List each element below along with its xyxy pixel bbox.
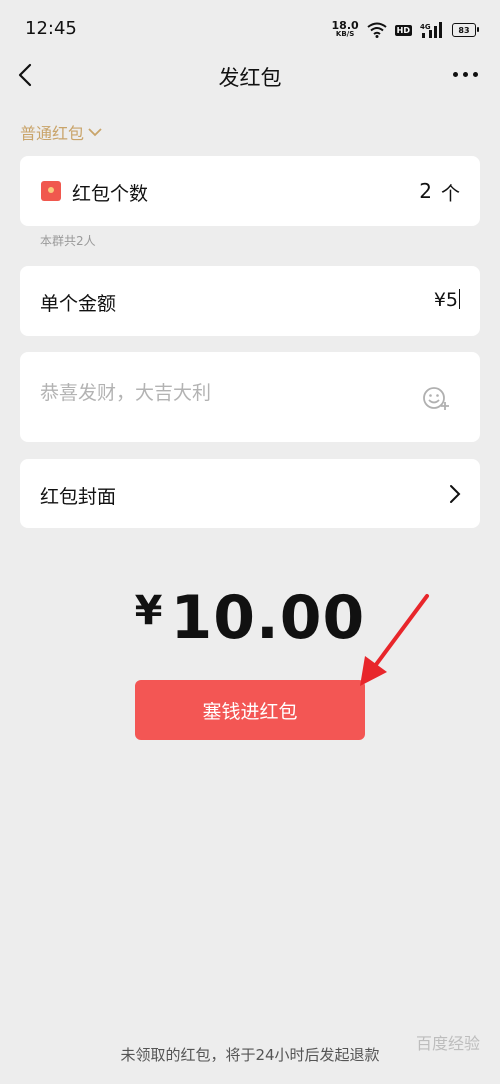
- more-dot: [473, 72, 478, 77]
- signal-label: 4G: [420, 23, 431, 31]
- red-packet-icon: [41, 181, 61, 201]
- more-dot: [453, 72, 458, 77]
- status-time: 12:45: [25, 18, 77, 39]
- amount-label: 单个金额: [40, 293, 117, 315]
- packet-count-field[interactable]: 红包个数 2 个: [20, 156, 480, 226]
- group-member-hint: 本群共2人: [40, 234, 96, 248]
- signal-icon: 4G: [420, 22, 442, 38]
- packet-type-label: 普通红包: [20, 124, 85, 143]
- annotation-arrow: [360, 594, 429, 686]
- amount-field[interactable]: 单个金额 ¥5: [20, 266, 480, 336]
- packet-count-label: 红包个数: [72, 183, 149, 205]
- message-field[interactable]: [20, 352, 480, 442]
- cover-label: 红包封面: [40, 486, 117, 508]
- more-dot: [463, 72, 468, 77]
- packet-count-value[interactable]: 2: [419, 179, 432, 203]
- greeting-input[interactable]: [40, 382, 410, 404]
- total-currency: ¥: [134, 588, 163, 634]
- amount-value[interactable]: ¥5: [434, 289, 460, 311]
- status-bar: 12:45 18.0 KB/S HD 4G 83: [0, 0, 500, 56]
- battery-icon: 83: [452, 23, 479, 37]
- network-speed-unit: KB/S: [335, 30, 355, 38]
- more-options-icon[interactable]: [453, 72, 478, 77]
- chevron-right-icon: [450, 485, 461, 503]
- status-icons: 18.0 KB/S HD 4G 83: [331, 19, 479, 40]
- packet-count-unit: 个: [440, 183, 460, 205]
- network-speed-value: 18.0: [331, 19, 359, 32]
- send-red-packet-button[interactable]: 塞钱进红包: [135, 680, 365, 740]
- chevron-down-icon: [88, 128, 102, 137]
- wifi-icon: [367, 22, 387, 38]
- page-title: 发红包: [218, 66, 282, 90]
- emoji-add-icon[interactable]: [422, 385, 450, 413]
- network-speed: 18.0 KB/S: [331, 19, 359, 38]
- nav-bar: 发红包: [0, 56, 500, 96]
- packet-type-dropdown[interactable]: 普通红包: [20, 120, 102, 144]
- total-amount-value: 10.00: [170, 583, 366, 653]
- hd-badge: HD: [394, 24, 412, 36]
- cover-row[interactable]: 红包封面: [20, 459, 480, 528]
- watermark: 百度经验: [415, 1034, 480, 1053]
